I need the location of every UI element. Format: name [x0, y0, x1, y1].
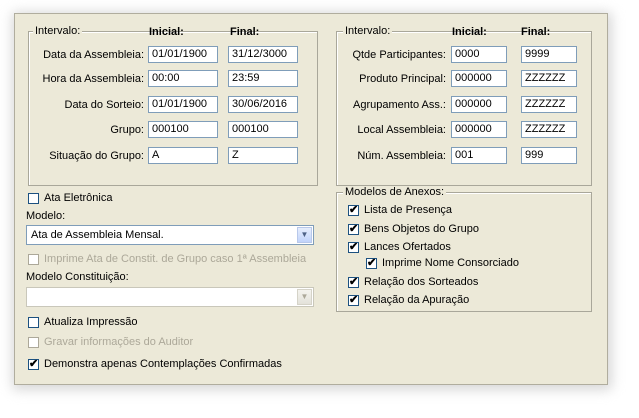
imprime-ata-checkbox[interactable]: [28, 254, 39, 265]
left-initial-header: Inicial:: [149, 26, 184, 38]
produto-principal-initial-input[interactable]: 000000: [451, 70, 507, 87]
data-assembleia-initial-input[interactable]: 01/01/1900: [148, 46, 218, 63]
interval-right-legend: Intervalo:: [343, 25, 393, 37]
check-icon: ✔: [367, 257, 377, 269]
label-local-assembleia: Local Assembleia:: [357, 124, 446, 136]
num-assembleia-final-input[interactable]: 999: [521, 147, 577, 164]
data-assembleia-final-input[interactable]: 31/12/3000: [228, 46, 298, 63]
chevron-down-icon[interactable]: ▼: [297, 227, 312, 243]
grupo-final-input[interactable]: 000100: [228, 121, 298, 138]
bens-objetos-checkbox[interactable]: ✔: [348, 224, 359, 235]
right-final-header: Final:: [521, 26, 551, 38]
check-icon: ✔: [349, 241, 359, 253]
demonstra-apenas-checkbox[interactable]: ✔: [28, 359, 39, 370]
atualiza-impressao-label: Atualiza Impressão: [44, 316, 138, 328]
qtde-participantes-final-input[interactable]: 9999: [521, 46, 577, 63]
local-assembleia-final-input[interactable]: ZZZZZZ: [521, 121, 577, 138]
agrupamento-ass-final-input[interactable]: ZZZZZZ: [521, 96, 577, 113]
label-data-assembleia: Data da Assembleia:: [43, 49, 144, 61]
label-grupo: Grupo:: [110, 124, 144, 136]
num-assembleia-initial-input[interactable]: 001: [451, 147, 507, 164]
check-icon: ✔: [349, 294, 359, 306]
ata-eletronica-checkbox[interactable]: [28, 193, 39, 204]
label-situacao-grupo: Situação do Grupo:: [49, 150, 144, 162]
lista-presenca-label: Lista de Presença: [364, 204, 453, 216]
grupo-initial-input[interactable]: 000100: [148, 121, 218, 138]
modelo-label: Modelo:: [26, 210, 66, 222]
lances-ofertados-label: Lances Ofertados: [364, 241, 451, 253]
relacao-sorteados-label: Relação dos Sorteados: [364, 276, 479, 288]
label-data-sorteio: Data do Sorteio:: [64, 99, 145, 111]
label-num-assembleia: Núm. Assembleia:: [357, 150, 446, 162]
gravar-informacoes-checkbox[interactable]: [28, 337, 39, 348]
imprime-ata-label: Imprime Ata de Constit. de Grupo caso 1ª…: [44, 253, 307, 265]
label-qtde-participantes: Qtde Participantes:: [352, 49, 446, 61]
demonstra-apenas-label: Demonstra apenas Contemplações Confirmad…: [44, 358, 282, 370]
relacao-apuracao-label: Relação da Apuração: [364, 294, 470, 306]
atualiza-impressao-checkbox[interactable]: [28, 317, 39, 328]
bens-objetos-label: Bens Objetos do Grupo: [364, 223, 479, 235]
chevron-down-icon[interactable]: ▼: [297, 289, 312, 305]
relacao-apuracao-checkbox[interactable]: ✔: [348, 295, 359, 306]
situacao-grupo-final-input[interactable]: Z: [228, 147, 298, 164]
qtde-participantes-initial-input[interactable]: 0000: [451, 46, 507, 63]
local-assembleia-initial-input[interactable]: 000000: [451, 121, 507, 138]
lances-ofertados-checkbox[interactable]: ✔: [348, 242, 359, 253]
interval-left-legend: Intervalo:: [33, 25, 83, 37]
check-icon: ✔: [349, 223, 359, 235]
anexos-legend: Modelos de Anexos:: [343, 186, 447, 198]
check-icon: ✔: [349, 204, 359, 216]
modelo-constituicao-select[interactable]: ▼: [26, 287, 314, 307]
hora-assembleia-initial-input[interactable]: 00:00: [148, 70, 218, 87]
check-icon: ✔: [29, 358, 39, 370]
agrupamento-ass-initial-input[interactable]: 000000: [451, 96, 507, 113]
ata-eletronica-label: Ata Eletrônica: [44, 192, 113, 204]
label-produto-principal: Produto Principal:: [359, 73, 446, 85]
imprime-nome-consorciado-checkbox[interactable]: ✔: [366, 258, 377, 269]
produto-principal-final-input[interactable]: ZZZZZZ: [521, 70, 577, 87]
data-sorteio-final-input[interactable]: 30/06/2016: [228, 96, 298, 113]
label-hora-assembleia: Hora da Assembleia:: [42, 73, 145, 85]
data-sorteio-initial-input[interactable]: 01/01/1900: [148, 96, 218, 113]
situacao-grupo-initial-input[interactable]: A: [148, 147, 218, 164]
gravar-informacoes-label: Gravar informações do Auditor: [44, 336, 194, 348]
modelo-select[interactable]: Ata de Assembleia Mensal. ▼: [26, 225, 314, 245]
check-icon: ✔: [349, 276, 359, 288]
right-initial-header: Inicial:: [452, 26, 487, 38]
relacao-sorteados-checkbox[interactable]: ✔: [348, 277, 359, 288]
imprime-nome-consorciado-label: Imprime Nome Consorciado: [382, 257, 519, 269]
report-options-panel: Intervalo: Inicial: Final: Data da Assem…: [14, 13, 608, 385]
left-final-header: Final:: [230, 26, 260, 38]
hora-assembleia-final-input[interactable]: 23:59: [228, 70, 298, 87]
label-agrupamento-ass: Agrupamento Ass.:: [353, 99, 446, 111]
modelo-select-value: Ata de Assembleia Mensal.: [31, 229, 164, 241]
modelo-constituicao-label: Modelo Constituição:: [26, 271, 129, 283]
lista-presenca-checkbox[interactable]: ✔: [348, 205, 359, 216]
